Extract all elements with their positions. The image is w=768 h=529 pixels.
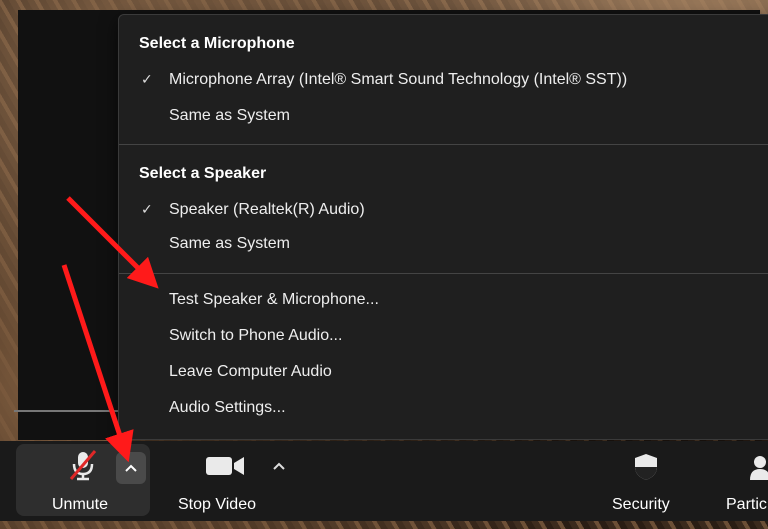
participants-icon bbox=[750, 456, 768, 480]
mic-muted-icon bbox=[69, 450, 97, 481]
stop-video-label: Stop Video bbox=[178, 496, 256, 513]
checkmark-icon: ✓ bbox=[141, 71, 153, 87]
menu-item-label: Microphone Array (Intel® Smart Sound Tec… bbox=[169, 71, 628, 88]
menu-divider bbox=[119, 144, 768, 145]
menu-item-test-speaker-mic[interactable]: Test Speaker & Microphone... bbox=[119, 291, 768, 319]
menu-item-leave-computer-audio[interactable]: Leave Computer Audio bbox=[119, 363, 768, 391]
menu-item-audio-settings[interactable]: Audio Settings... bbox=[119, 399, 768, 427]
menu-item-speaker-realtek[interactable]: ✓ Speaker (Realtek(R) Audio) bbox=[119, 195, 768, 223]
menu-item-label: Same as System bbox=[169, 107, 290, 124]
panel-divider bbox=[14, 410, 130, 412]
audio-options-menu: Select a Microphone ✓ Microphone Array (… bbox=[118, 14, 768, 440]
chevron-up-icon bbox=[125, 464, 137, 472]
unmute-label: Unmute bbox=[52, 496, 109, 513]
menu-divider bbox=[119, 273, 768, 274]
microphone-section-title: Select a Microphone bbox=[139, 35, 295, 52]
menu-item-label: Speaker (Realtek(R) Audio) bbox=[169, 201, 365, 218]
video-options-caret-button[interactable] bbox=[268, 455, 290, 477]
menu-item-speaker-same-as-system[interactable]: Same as System bbox=[119, 231, 768, 259]
menu-item-label: Test Speaker & Microphone... bbox=[169, 291, 379, 308]
video-camera-icon bbox=[206, 457, 244, 475]
menu-item-mic-same-as-system[interactable]: Same as System bbox=[119, 103, 768, 131]
participants-button[interactable]: Partic bbox=[718, 448, 768, 518]
participants-label: Partic bbox=[726, 496, 767, 513]
stop-video-button[interactable]: Stop Video bbox=[170, 448, 278, 518]
security-label: Security bbox=[612, 496, 670, 513]
shield-icon bbox=[635, 454, 657, 480]
checkmark-icon: ✓ bbox=[141, 201, 153, 217]
speaker-section-title: Select a Speaker bbox=[139, 165, 267, 182]
menu-item-label: Leave Computer Audio bbox=[169, 363, 332, 380]
menu-item-microphone-array[interactable]: ✓ Microphone Array (Intel® Smart Sound T… bbox=[119, 65, 768, 93]
chevron-up-icon bbox=[273, 462, 285, 470]
menu-item-label: Same as System bbox=[169, 235, 290, 252]
menu-item-label: Switch to Phone Audio... bbox=[169, 327, 343, 344]
menu-item-label: Audio Settings... bbox=[169, 399, 286, 416]
audio-options-caret-button[interactable] bbox=[116, 452, 146, 484]
security-button[interactable]: Security bbox=[604, 448, 690, 518]
menu-item-switch-phone-audio[interactable]: Switch to Phone Audio... bbox=[119, 327, 768, 355]
